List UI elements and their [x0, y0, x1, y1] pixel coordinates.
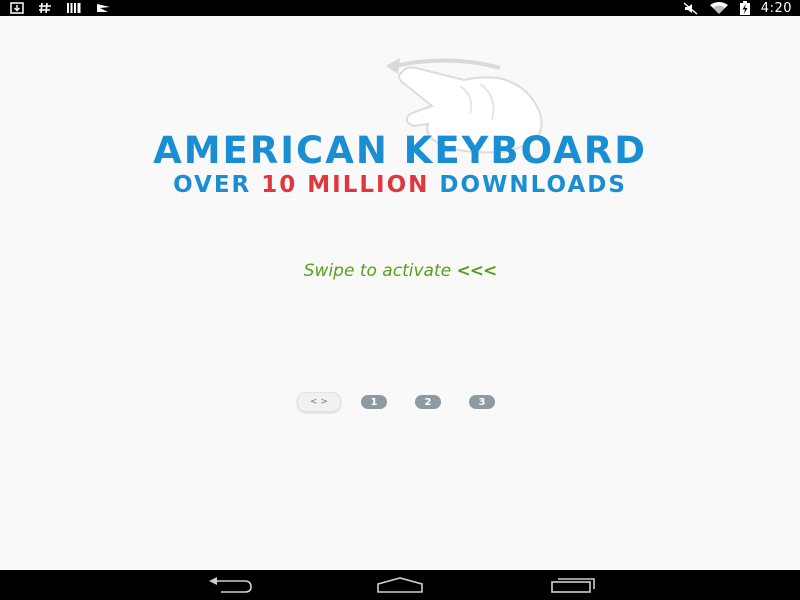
app-title: AMERICAN KEYBOARD [153, 129, 647, 172]
pager-page-1[interactable]: 1 [361, 395, 387, 409]
download-count-highlight: 10 MILLION [261, 172, 430, 198]
subtitle-prefix: OVER [173, 172, 262, 198]
notification-flag-icon [96, 2, 112, 14]
page-indicator: < > 1 2 3 [297, 392, 523, 412]
status-left-icons [10, 0, 112, 16]
status-right-icons: 4:20 [683, 0, 792, 16]
battery-charging-icon [739, 1, 751, 15]
recent-apps-icon[interactable] [548, 574, 598, 596]
subtitle-suffix: DOWNLOADS [429, 172, 627, 198]
pager-page-3[interactable]: 3 [469, 395, 495, 409]
mute-icon [683, 1, 699, 15]
swipe-hint-text: Swipe to activate [303, 261, 452, 281]
swipe-hint: Swipe to activate <<< [0, 261, 800, 281]
status-clock: 4:20 [760, 0, 792, 16]
navigation-bar [0, 570, 800, 600]
back-icon[interactable] [205, 574, 255, 596]
wifi-icon [709, 1, 729, 15]
pager-page-2[interactable]: 2 [415, 395, 441, 409]
swipe-arrows-icon: <<< [456, 261, 497, 281]
pager-current-page[interactable]: < > [297, 392, 341, 412]
barcode-icon [66, 2, 82, 14]
download-icon [10, 2, 24, 14]
status-bar: 4:20 [0, 0, 800, 16]
hash-icon [38, 2, 52, 14]
downloads-subtitle: OVER 10 MILLION DOWNLOADS [0, 172, 800, 198]
home-icon[interactable] [375, 574, 425, 596]
onboarding-screen[interactable]: AMERICAN KEYBOARD OVER 10 MILLION DOWNLO… [0, 16, 800, 570]
